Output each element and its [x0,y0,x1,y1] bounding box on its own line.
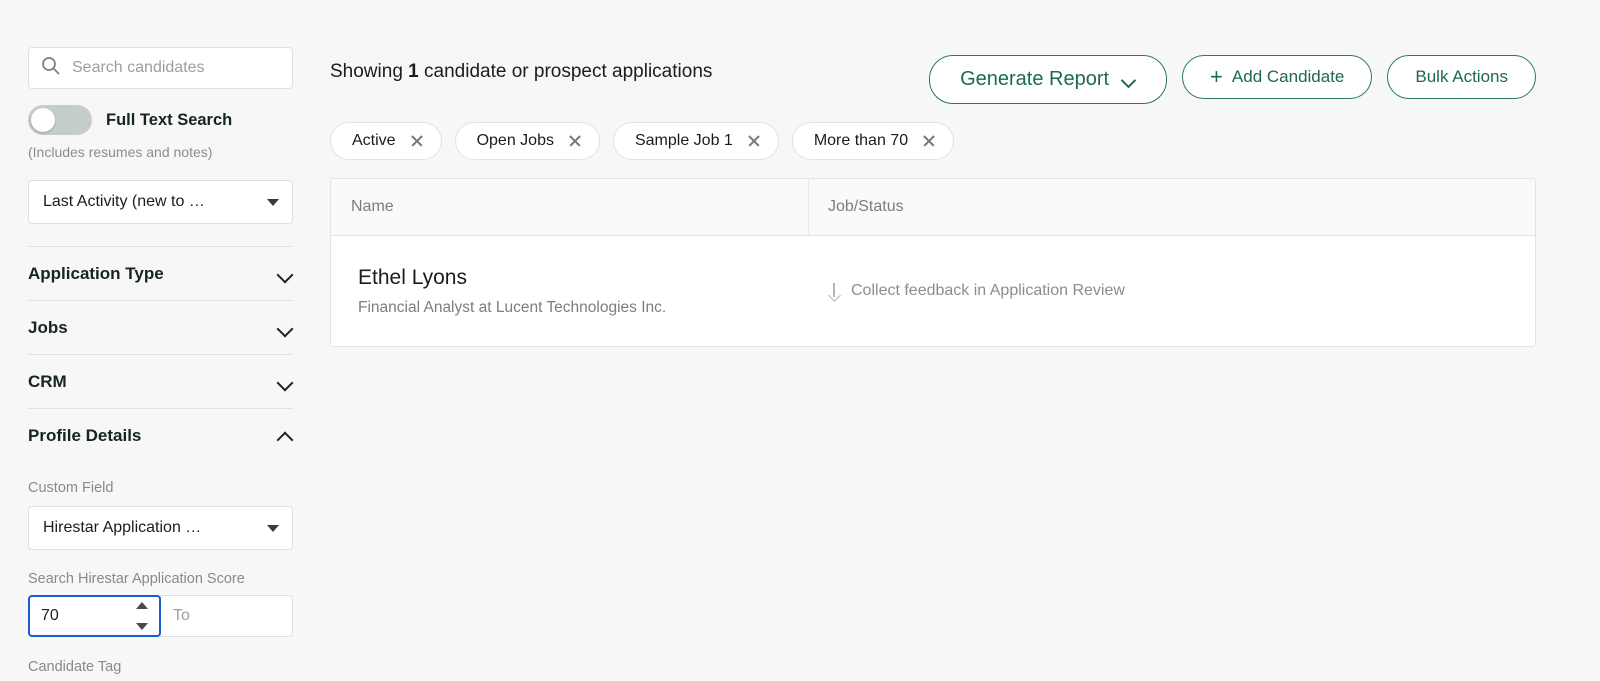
search-icon [41,56,60,80]
accordion-profile-details[interactable]: Profile Details [28,408,293,462]
close-icon[interactable] [410,134,424,148]
showing-suffix: candidate or prospect applications [424,61,713,82]
bulk-actions-button[interactable]: Bulk Actions [1387,55,1536,99]
quantity-stepper[interactable] [133,602,151,630]
candidate-search-page: Full Text Search (Includes resumes and n… [0,0,1600,681]
filter-chip-open-jobs[interactable]: Open Jobs [454,122,600,160]
chip-label: Active [352,132,396,149]
column-header-name[interactable]: Name [331,179,809,235]
accordion-label: Jobs [28,317,68,337]
plus-icon: + [1210,64,1223,89]
search-candidates-box[interactable] [28,47,293,89]
accordion-crm[interactable]: CRM [28,354,293,408]
column-header-job-status[interactable]: Job/Status [809,179,1535,235]
filter-chip-active[interactable]: Active [330,122,442,160]
caret-down-icon [267,524,279,532]
table-header-row: Name Job/Status [331,179,1535,236]
arrow-down-icon [828,283,840,299]
full-text-search-sublabel: (Includes resumes and notes) [28,144,213,160]
custom-field-select[interactable]: Hirestar Application … [28,506,293,550]
filter-chip-sample-job-1[interactable]: Sample Job 1 [612,122,779,160]
score-range-row [28,595,293,637]
stepper-up-icon[interactable] [136,602,148,609]
add-candidate-button[interactable]: + Add Candidate [1182,55,1373,99]
add-candidate-label: Add Candidate [1231,67,1345,86]
cell-job-status: Collect feedback in Application Review [809,282,1535,300]
candidate-tag-label: Candidate Tag [28,659,122,675]
accordion-label: CRM [28,371,67,391]
accordion-label: Application Type [28,263,164,283]
score-from-input[interactable] [30,606,112,626]
close-icon[interactable] [922,134,936,148]
showing-count: 1 [408,61,419,82]
chevron-down-icon [1122,75,1136,84]
chip-label: More than 70 [813,132,909,149]
toggle-knob [31,108,55,132]
full-text-search-row: Full Text Search [28,105,293,135]
showing-prefix: Showing [330,61,403,82]
close-icon[interactable] [747,134,761,148]
status-badge: Collect feedback in Application Review [851,282,1125,299]
generate-report-button[interactable]: Generate Report [929,55,1168,104]
candidate-name[interactable]: Ethel Lyons [358,266,809,290]
generate-report-label: Generate Report [960,68,1110,90]
results-count-text: Showing 1 candidate or prospect applicat… [330,55,712,83]
full-text-search-toggle[interactable] [28,105,92,135]
chip-label: Sample Job 1 [634,132,733,149]
active-filter-chips: Active Open Jobs Sample Job 1 More than … [330,122,1600,160]
chevron-down-icon [278,269,293,278]
results-panel: Showing 1 candidate or prospect applicat… [330,0,1600,681]
sort-select-value: Last Activity (new to … [43,193,205,210]
search-input[interactable] [70,58,280,78]
custom-field-value: Hirestar Application … [43,519,202,536]
results-header: Showing 1 candidate or prospect applicat… [330,0,1600,104]
full-text-search-label: Full Text Search [106,110,233,129]
custom-field-label: Custom Field [28,480,114,496]
candidates-table: Name Job/Status Ethel Lyons Financial An… [330,178,1536,347]
chevron-down-icon [278,323,293,332]
filter-chip-more-than-70[interactable]: More than 70 [791,122,955,160]
sort-select[interactable]: Last Activity (new to … [28,180,293,224]
chevron-up-icon [278,431,293,440]
score-from-field[interactable] [28,595,161,637]
bulk-actions-label: Bulk Actions [1415,67,1508,86]
filter-accordion: Application Type Jobs CRM Profile Detail… [28,246,293,462]
chevron-down-icon [278,377,293,386]
table-row[interactable]: Ethel Lyons Financial Analyst at Lucent … [331,236,1535,346]
filters-sidebar: Full Text Search (Includes resumes and n… [0,0,330,681]
close-icon[interactable] [568,134,582,148]
header-actions: Generate Report + Add Candidate Bulk Act… [929,55,1536,104]
caret-down-icon [267,198,279,206]
score-to-input[interactable] [161,606,292,626]
score-range-label: Search Hirestar Application Score [28,571,245,587]
candidate-subtitle: Financial Analyst at Lucent Technologies… [358,298,667,316]
score-to-field[interactable] [160,595,293,637]
stepper-down-icon[interactable] [136,623,148,630]
accordion-label: Profile Details [28,425,142,445]
accordion-jobs[interactable]: Jobs [28,300,293,354]
accordion-application-type[interactable]: Application Type [28,246,293,300]
cell-name: Ethel Lyons Financial Analyst at Lucent … [331,266,809,317]
chip-label: Open Jobs [476,132,554,149]
